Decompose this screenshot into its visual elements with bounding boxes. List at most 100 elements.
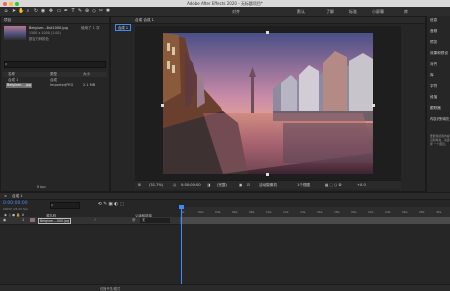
rotate-icon[interactable]: ↻ (33, 8, 39, 14)
workspace-standard[interactable]: 标准 (349, 9, 357, 15)
puppet-icon[interactable]: ✱ (105, 8, 111, 14)
workspace-small-screen[interactable]: 小屏幕 (372, 9, 384, 15)
roto-icon[interactable]: ✂ (98, 8, 104, 14)
timeline-fps: 00000 (25.00 fps) (3, 207, 29, 211)
item-size: 2.1 MB (83, 83, 96, 87)
layer-image-icon (30, 218, 35, 222)
parent-pickwhip-icon[interactable]: @ (132, 218, 135, 222)
parent-dropdown[interactable]: 无 (140, 217, 170, 223)
show-snapshot-icon[interactable]: ◨ (207, 183, 210, 187)
views-dropdown[interactable]: 1个视图 (297, 183, 310, 188)
select-icon[interactable]: ➤ (11, 8, 17, 14)
layer-switch-fx-icon[interactable]: ⁄ (95, 218, 96, 222)
tick-label: 16s (317, 210, 323, 214)
timecode-display[interactable]: 0:00:00:00 (181, 183, 201, 187)
tick-label: 20s (351, 210, 357, 214)
tick-label: 14s (300, 210, 306, 214)
zoom-dropdown[interactable]: (31.7%) (149, 183, 163, 187)
workspace-default[interactable]: 默认 (297, 9, 305, 15)
workspace-learn[interactable]: 了解 (326, 9, 334, 15)
comp-subtab[interactable]: 合成 1 (115, 24, 132, 31)
zoom-icon[interactable]: ⌕ (25, 8, 31, 14)
magnification-icon[interactable]: ⊞ (138, 183, 141, 187)
tab-timeline-comp[interactable]: 合成 1 (12, 194, 23, 199)
transform-handle-left[interactable] (161, 104, 164, 107)
panel-align[interactable]: 对齐 (430, 62, 437, 67)
brush-icon[interactable]: ✎ (77, 8, 83, 14)
tick-label: 06s (232, 210, 238, 214)
workspace-library[interactable]: 库 (404, 9, 408, 15)
project-search-input[interactable]: ρ (4, 61, 106, 68)
home-icon[interactable]: ⌂ (3, 8, 9, 14)
tick-label: 26s (402, 210, 408, 214)
panel-audio[interactable]: 音频 (430, 29, 437, 34)
playhead-line[interactable] (181, 205, 182, 284)
col-name[interactable]: 名称 (8, 72, 15, 77)
composition-viewer[interactable] (135, 26, 401, 180)
close-tab-icon[interactable]: × (4, 194, 7, 198)
camera-icon[interactable]: ◉ (40, 8, 46, 14)
resolution-dropdown[interactable]: (完整) (217, 183, 227, 188)
tick-label: 02s (198, 210, 204, 214)
right-panel: 信息 音频 预览 效果和预设 对齐 库 字符 段落 跟踪器 内容识别填充 要能够… (426, 16, 450, 202)
panel-paragraph[interactable]: 段落 (430, 95, 437, 100)
tick-label: 12s (283, 210, 289, 214)
eraser-icon[interactable]: ◇ (91, 8, 97, 14)
layer-name[interactable]: Belgium....000.jpg (38, 217, 72, 224)
panel-tracker[interactable]: 跟踪器 (430, 106, 441, 111)
transform-handle-right[interactable] (372, 104, 375, 107)
hand-icon[interactable]: ✋ (18, 8, 24, 14)
exposure-value[interactable]: +0.0 (357, 183, 366, 187)
layer-duration-bar[interactable] (180, 217, 450, 224)
text-icon[interactable]: T (70, 8, 76, 14)
camera-snapshot-icon[interactable]: ◎ (173, 183, 176, 187)
transform-handle-top[interactable] (266, 31, 269, 34)
item-name: Belgium....jpg (6, 83, 33, 88)
timeline-switches-icons[interactable]: ⟲ ✎ ▣ ◐ ⬚ (98, 202, 124, 207)
project-tabbar: 项目 (1, 17, 109, 24)
tab-composition[interactable]: 合成 合成 1 (135, 18, 154, 23)
panel-effects[interactable]: 效果和预设 (430, 51, 448, 56)
panel-preview[interactable]: 预览 (430, 40, 437, 45)
window-titlebar: Adobe After Effects 2020 - 无标题项目* (0, 0, 450, 7)
timeline-tabbar: × 合成 1 (0, 193, 450, 200)
transform-handle-bottom[interactable] (266, 173, 269, 176)
tick-label: 30s (436, 210, 442, 214)
pan-icon[interactable]: ✥ (48, 8, 54, 14)
tick-label: 18s (334, 210, 340, 214)
toggle-icons[interactable]: ▦ ⬚ ⬡ ⚙ (325, 183, 342, 187)
bit-depth-button[interactable]: 8 bpc (37, 185, 46, 189)
tab-project[interactable]: 项目 (4, 18, 11, 23)
col-size[interactable]: 大小 (83, 72, 90, 77)
visibility-eye-icon[interactable]: ◉ (3, 218, 6, 222)
pen-icon[interactable]: ✒ (63, 8, 69, 14)
toggle-switches-modes[interactable]: 切换开关/模式 (100, 286, 120, 291)
camera-dropdown[interactable]: 活动摄像机 (259, 183, 277, 188)
align-label[interactable]: 对齐 (232, 9, 240, 15)
timeline-search-input[interactable]: ρ (50, 202, 80, 209)
tick-label: 24s (385, 210, 391, 214)
tick-label: 22s (368, 210, 374, 214)
project-column-header: 名称 类型 大小 (3, 72, 107, 77)
project-thumbnail (4, 26, 26, 40)
project-panel: 项目 Belgium...8xt1000.jpg 使用了 1 次 1500 x … (0, 16, 110, 192)
grid-icon[interactable]: ⊡ (247, 183, 250, 187)
col-type[interactable]: 类型 (50, 72, 57, 77)
layer-row[interactable]: ◉ 1 Belgium....000.jpg ⁄ @ 无 (0, 217, 180, 225)
panel-character[interactable]: 字符 (430, 84, 437, 89)
tick-label: 08s (249, 210, 255, 214)
item-type: ImporterJPEG (50, 83, 74, 87)
tick-label: 10s (266, 210, 272, 214)
composition-tabbar: 合成 合成 1 (111, 17, 425, 24)
region-icon[interactable]: ▣ (239, 183, 242, 187)
selected-file-name: Belgium...8xt1000.jpg (29, 26, 68, 30)
panel-content-aware-fill[interactable]: 内容识别填充 (430, 116, 449, 121)
panel-library[interactable]: 库 (430, 73, 434, 78)
selected-file-usage: 使用了 1 次 (81, 26, 100, 30)
selected-file-dimensions: 1500 x 1000 (1.00) (29, 31, 61, 35)
clone-icon[interactable]: ⊕ (84, 8, 90, 14)
panel-info[interactable]: 信息 (430, 18, 437, 23)
project-item-image[interactable]: Belgium....jpg ImporterJPEG 2.1 MB (3, 83, 107, 88)
timeline-timecode[interactable]: 0:00:00:00 (3, 201, 28, 206)
rect-icon[interactable]: ▭ (56, 8, 62, 14)
